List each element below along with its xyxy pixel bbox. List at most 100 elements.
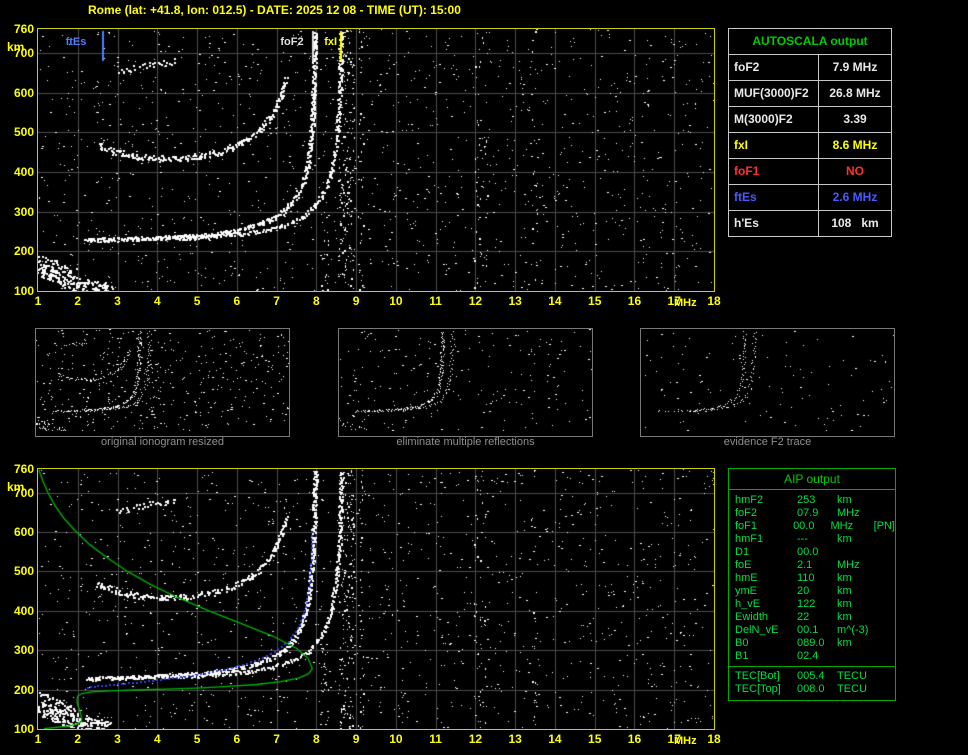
aip-val: 005.4 (797, 670, 837, 683)
x-tick-label: 17 (663, 294, 685, 308)
autoscala-table-title: AUTOSCALA output (729, 29, 891, 55)
aip-label: TEC[Bot] (735, 670, 797, 683)
y-tick-label: 600 (1, 525, 34, 539)
thumbnail-original-canvas (36, 329, 289, 431)
x-tick-label: 4 (146, 294, 168, 308)
ionogram-canvas-top (38, 29, 714, 291)
aip-label: B1 (735, 650, 797, 663)
x-tick-label: 2 (67, 732, 89, 746)
aip-extra: [PN] (874, 520, 895, 533)
aip-table-row: ymE20km (729, 585, 895, 598)
x-tick-label: 16 (623, 732, 645, 746)
aip-extra (883, 624, 895, 637)
aip-extra (883, 598, 895, 611)
x-tick-label: 13 (504, 294, 526, 308)
aip-unit (837, 546, 883, 559)
autoscala-row-value: NO (819, 159, 891, 184)
aip-unit: MHz (837, 507, 883, 520)
x-tick-label: 4 (146, 732, 168, 746)
aip-val: 20 (797, 585, 837, 598)
autoscala-row-label: M(3000)F2 (729, 107, 819, 132)
autoscala-table-body: foF27.9 MHzMUF(3000)F226.8 MHzM(3000)F23… (729, 55, 891, 236)
autoscala-table-row: M(3000)F23.39 (729, 107, 891, 133)
aip-table-row: D100.0 (729, 546, 895, 559)
aip-unit: MHz (837, 559, 883, 572)
x-tick-label: 3 (107, 732, 129, 746)
aip-unit (837, 650, 883, 663)
aip-table-row: Ewidth22km (729, 611, 895, 624)
y-tick-label: 200 (1, 244, 34, 258)
aip-extra (883, 683, 895, 696)
aip-table-row: h_vE122km (729, 598, 895, 611)
aip-table-row: hmF1---km (729, 533, 895, 546)
x-tick-label: 9 (345, 294, 367, 308)
aip-tec-body: TEC[Bot]005.4TECUTEC[Top]008.0TECU (729, 670, 895, 696)
autoscala-row-label: ftEs (729, 185, 819, 210)
ionogram-canvas-bottom (38, 469, 714, 729)
station-date-title: Rome (lat: +41.8, lon: 012.5) - DATE: 20… (88, 3, 461, 17)
aip-unit: km (837, 637, 883, 650)
marker-label-foF2: foF2 (280, 36, 303, 48)
x-tick-label: 5 (186, 294, 208, 308)
aip-label: hmF2 (735, 494, 797, 507)
x-tick-label: 10 (385, 294, 407, 308)
thumbnail-eliminate-canvas (339, 329, 592, 431)
aip-extra (883, 572, 895, 585)
aip-extra (883, 670, 895, 683)
aip-val: 02.4 (797, 650, 837, 663)
aip-label: hmF1 (735, 533, 797, 546)
aip-table-row: B0089.0km (729, 637, 895, 650)
aip-table-body: hmF2253kmfoF207.9MHzfoF100.0MHz[PN]hmF1-… (729, 494, 895, 663)
autoscala-row-label: foF2 (729, 55, 819, 80)
aip-unit: km (837, 572, 883, 585)
autoscala-window: Rome (lat: +41.8, lon: 012.5) - DATE: 20… (0, 0, 968, 755)
autoscala-table-row: ftEs2.6 MHz (729, 185, 891, 211)
aip-table-row: TEC[Bot]005.4TECU (729, 670, 895, 683)
aip-extra (883, 507, 895, 520)
thumbnail-eliminate-reflections (338, 328, 593, 437)
aip-label: B0 (735, 637, 797, 650)
x-tick-label: 7 (266, 732, 288, 746)
ionogram-plot-top: km MHz 760700600500400300200100123456789… (37, 28, 715, 292)
aip-val: 122 (797, 598, 837, 611)
aip-unit: km (837, 598, 883, 611)
autoscala-table-row: fxI8.6 MHz (729, 133, 891, 159)
x-tick-label: 6 (226, 732, 248, 746)
x-tick-label: 8 (305, 294, 327, 308)
aip-output-table: AIP output hmF2253kmfoF207.9MHzfoF100.0M… (728, 468, 896, 701)
y-tick-label: 500 (1, 564, 34, 578)
marker-label-fxI: fxI (324, 36, 337, 48)
autoscala-table-row: MUF(3000)F226.8 MHz (729, 81, 891, 107)
aip-unit: km (837, 611, 883, 624)
aip-separator-line (729, 666, 895, 667)
aip-table-row: DelN_vE00.1m^(-3) (729, 624, 895, 637)
x-tick-label: 17 (663, 732, 685, 746)
aip-extra (883, 559, 895, 572)
aip-table-title: AIP output (729, 469, 895, 490)
x-tick-label: 3 (107, 294, 129, 308)
y-tick-label: 760 (1, 462, 34, 476)
autoscala-row-value: 7.9 MHz (819, 55, 891, 80)
aip-label: foE (735, 559, 797, 572)
x-tick-label: 16 (623, 294, 645, 308)
aip-table-row: foF100.0MHz[PN] (729, 520, 895, 533)
x-tick-label: 2 (67, 294, 89, 308)
x-tick-label: 11 (425, 294, 447, 308)
aip-val: 089.0 (797, 637, 837, 650)
autoscala-row-label: h'Es (729, 211, 819, 236)
aip-label: ymE (735, 585, 797, 598)
thumbnail-caption-evidence: evidence F2 trace (640, 436, 895, 448)
ionogram-plot-bottom: km MHz 760700600500400300200100123456789… (37, 468, 715, 730)
aip-table-row: hmF2253km (729, 494, 895, 507)
autoscala-row-label: foF1 (729, 159, 819, 184)
autoscala-row-label: MUF(3000)F2 (729, 81, 819, 106)
x-tick-label: 1 (27, 294, 49, 308)
x-tick-label: 7 (266, 294, 288, 308)
aip-extra (883, 585, 895, 598)
aip-val: 110 (797, 572, 837, 585)
aip-extra (883, 494, 895, 507)
x-tick-label: 15 (584, 732, 606, 746)
aip-extra (883, 637, 895, 650)
y-tick-label: 500 (1, 125, 34, 139)
aip-val: 008.0 (797, 683, 837, 696)
